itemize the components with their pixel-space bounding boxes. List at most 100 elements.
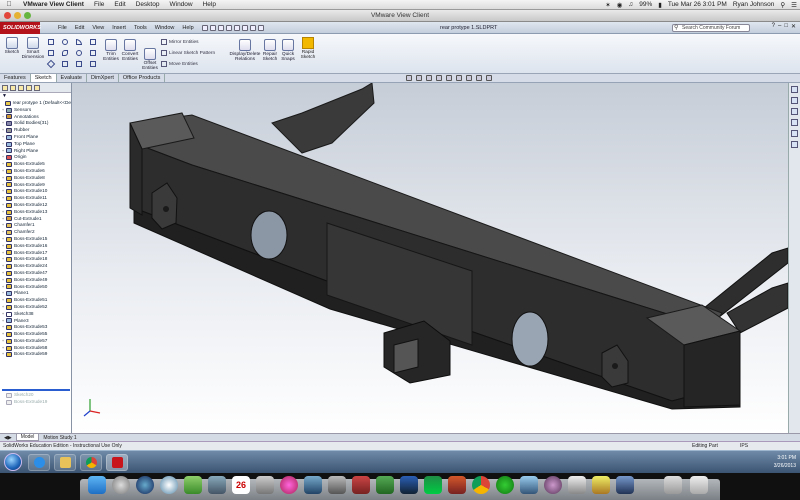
arc-tool-icon[interactable] [62, 50, 68, 56]
previous-view-icon[interactable] [426, 75, 432, 81]
sw-menu-tools[interactable]: Tools [130, 25, 151, 31]
tree-item[interactable]: + Plane1 [0, 290, 71, 297]
smart-dimension-button[interactable]: Smart Dimension [21, 37, 45, 60]
rectangle-tool-icon[interactable] [48, 50, 54, 56]
mac-menu-window[interactable]: Window [164, 1, 197, 8]
sketch-button[interactable]: Sketch [2, 37, 22, 55]
new-doc-icon[interactable] [201, 24, 208, 31]
move-entities-button[interactable]: Move Entities [161, 61, 198, 67]
undo-icon[interactable] [233, 24, 240, 31]
mac-menu-edit[interactable]: Edit [109, 1, 130, 8]
fillet-tool-icon[interactable] [76, 61, 82, 67]
tree-item[interactable]: + Annotations [0, 114, 71, 121]
app-icon-3[interactable] [544, 476, 562, 494]
tab-features[interactable]: Features [0, 74, 31, 82]
sw-menu-file[interactable]: File [54, 25, 71, 31]
design-library-icon[interactable] [791, 97, 798, 104]
tab-sketch[interactable]: Sketch [30, 74, 57, 82]
tree-item[interactable]: + Boss-Extrude9 [0, 182, 71, 189]
apple-menu-icon[interactable]:  [0, 1, 18, 8]
bumper-model[interactable] [72, 83, 788, 433]
app-store-icon[interactable] [304, 476, 322, 494]
tree-item[interactable]: + Boss-Extrude51 [0, 297, 71, 304]
options-icon[interactable] [257, 24, 264, 31]
tree-item-rolled-back[interactable]: Boss-Extrude19 [0, 399, 71, 406]
minimize-window-icon[interactable] [14, 12, 21, 19]
itunes-icon[interactable] [280, 476, 298, 494]
section-view-icon[interactable] [436, 75, 442, 81]
word-icon[interactable] [400, 476, 418, 494]
mail-icon[interactable] [208, 476, 226, 494]
tree-item[interactable]: + Boss-Extrude59 [0, 351, 71, 358]
tree-item[interactable]: + Boss-Extrude17 [0, 250, 71, 257]
powerpoint-icon[interactable] [448, 476, 466, 494]
community-search-input[interactable]: ⚲ Search Community Forum [672, 24, 750, 32]
linear-sketch-pattern-button[interactable]: Linear Sketch Pattern [161, 50, 215, 56]
mirror-entities-button[interactable]: Mirror Entities [161, 39, 199, 45]
open-doc-icon[interactable] [209, 24, 216, 31]
tab-motion-study[interactable]: Motion Study 1 [39, 435, 80, 441]
select-icon[interactable] [241, 24, 248, 31]
sw-menu-view[interactable]: View [88, 25, 108, 31]
close-icon[interactable]: ✕ [791, 23, 796, 30]
tree-item[interactable]: + Right Plane [0, 148, 71, 155]
polygon-tool-icon[interactable] [46, 59, 56, 69]
tree-item[interactable]: + Rubber [0, 127, 71, 134]
taskbar-explorer[interactable] [54, 454, 76, 471]
sw-menu-window[interactable]: Window [151, 25, 179, 31]
tree-item[interactable]: + Boss-Extrude55 [0, 331, 71, 338]
sw-menu-edit[interactable]: Edit [71, 25, 88, 31]
view-orientation-icon[interactable] [446, 75, 452, 81]
taskbar-ie[interactable] [28, 454, 50, 471]
resources-icon[interactable] [791, 86, 798, 93]
facetime-icon[interactable] [184, 476, 202, 494]
mac-menu-help[interactable]: Help [198, 1, 221, 8]
tree-item[interactable]: + Boss-Extrude12 [0, 202, 71, 209]
quick-snaps-button[interactable]: Quick Snaps [279, 39, 297, 62]
system-tray[interactable]: 3:01 PM 3/26/2013 [774, 454, 796, 470]
app-icon-4[interactable] [568, 476, 586, 494]
tree-item[interactable]: + Boss-Extrude58 [0, 345, 71, 352]
tree-item[interactable]: + Boss-Extrude52 [0, 304, 71, 311]
tree-item[interactable]: + Boss-Extrude8 [0, 175, 71, 182]
system-preferences-icon[interactable] [328, 476, 346, 494]
appearance-icon[interactable] [476, 75, 482, 81]
app-icon-5[interactable] [592, 476, 610, 494]
trash-icon[interactable] [690, 476, 708, 494]
tree-item[interactable]: + Boss-Extrude49 [0, 277, 71, 284]
spotlight-icon[interactable]: ⚲ [777, 1, 788, 9]
tab-scroll-icon[interactable]: ◀▶ [0, 435, 16, 441]
tree-item[interactable]: + Boss-Extrude50 [0, 284, 71, 291]
tree-item[interactable]: + Sketch38 [0, 311, 71, 318]
tree-item[interactable]: + Boss-Extrude15 [0, 236, 71, 243]
vmware-dock-icon[interactable] [352, 476, 370, 494]
close-window-icon[interactable] [4, 12, 11, 19]
spotify-icon[interactable] [496, 476, 514, 494]
tree-item[interactable]: + Boss-Extrude18 [0, 256, 71, 263]
tree-item[interactable]: + Boss-Extrude47 [0, 270, 71, 277]
tab-evaluate[interactable]: Evaluate [57, 74, 87, 82]
dimxpert-manager-icon[interactable] [26, 85, 32, 91]
tree-item[interactable]: + Boss-Extrude16 [0, 243, 71, 250]
tree-item[interactable]: + Chamfer1 [0, 222, 71, 229]
taskbar-solidworks[interactable] [106, 454, 128, 471]
menubar-clock[interactable]: Tue Mar 26 3:01 PM [665, 1, 730, 8]
tree-item[interactable]: + Boss-Extrude53 [0, 324, 71, 331]
tree-item[interactable]: + Boss-Extrude57 [0, 338, 71, 345]
file-explorer-icon[interactable] [791, 108, 798, 115]
tree-item[interactable]: + Top Plane [0, 141, 71, 148]
print-icon[interactable] [225, 24, 232, 31]
preview-icon[interactable] [256, 476, 274, 494]
display-manager-icon[interactable] [34, 85, 40, 91]
display-style-icon[interactable] [456, 75, 462, 81]
tree-item[interactable]: + Plane3 [0, 318, 71, 325]
rebuild-icon[interactable] [249, 24, 256, 31]
calendar-icon[interactable]: 26 [232, 476, 250, 494]
mac-menu-desktop[interactable]: Desktop [131, 1, 165, 8]
tab-dimxpert[interactable]: DimXpert [87, 74, 119, 82]
property-manager-icon[interactable] [10, 85, 16, 91]
plane-tool-icon[interactable] [90, 61, 96, 67]
ellipse-tool-icon[interactable] [76, 50, 82, 56]
tree-item[interactable]: + Boss-Extrude11 [0, 195, 71, 202]
sw-menu-help[interactable]: Help [178, 25, 197, 31]
